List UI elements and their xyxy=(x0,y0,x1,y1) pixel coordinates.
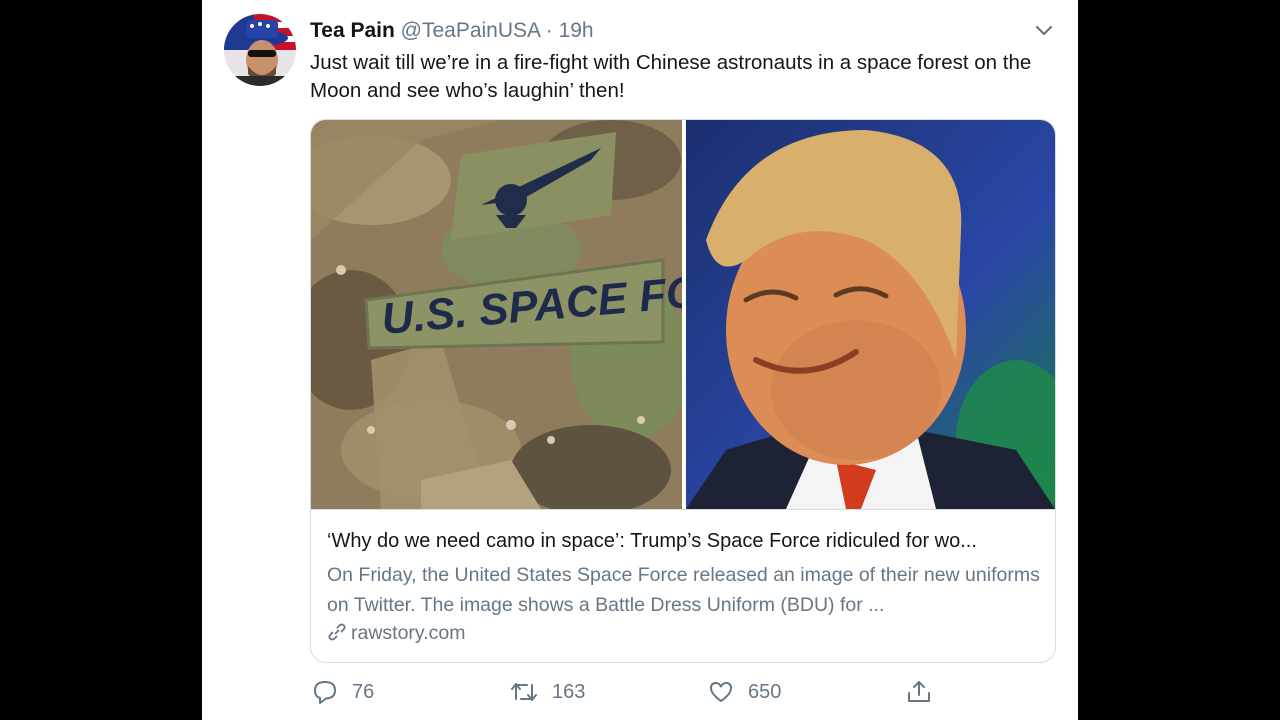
chevron-down-icon[interactable] xyxy=(1032,20,1056,40)
separator-dot: · xyxy=(545,19,553,42)
avatar-image xyxy=(224,14,296,86)
avatar[interactable] xyxy=(224,14,296,86)
like-count: 650 xyxy=(748,680,782,703)
heart-icon xyxy=(710,682,732,702)
card-domain: rawstory.com xyxy=(327,620,466,646)
tweet-actions: 76 163 650 xyxy=(310,676,1070,708)
card-title: ‘Why do we need camo in space’: Trump’s … xyxy=(327,530,977,552)
display-name[interactable]: Tea Pain xyxy=(310,19,395,42)
tweet-panel: Tea Pain @TeaPainUSA · 19h Just wait til… xyxy=(202,0,1078,720)
retweet-button[interactable]: 163 xyxy=(510,676,585,708)
card-divider xyxy=(311,509,1055,510)
share-icon xyxy=(908,681,930,702)
link-icon xyxy=(328,623,346,641)
uniform-photo: U.S. SPACE FORCE xyxy=(311,120,796,515)
portrait-photo xyxy=(686,120,1055,520)
card-domain-text: rawstory.com xyxy=(351,622,466,644)
share-button[interactable] xyxy=(906,676,946,708)
reply-count: 76 xyxy=(352,680,375,703)
link-card[interactable]: U.S. SPACE FORCE ‘Why do we need camo in… xyxy=(310,119,1056,663)
reply-button[interactable]: 76 xyxy=(312,676,374,708)
retweet-count: 163 xyxy=(552,680,586,703)
retweet-icon xyxy=(511,683,537,701)
timestamp[interactable]: 19h xyxy=(559,19,594,42)
tweet-text: Just wait till we’re in a fire-fight wit… xyxy=(310,51,1032,102)
reply-icon xyxy=(314,681,336,704)
card-description: On Friday, the United States Space Force… xyxy=(327,564,1040,616)
like-button[interactable]: 650 xyxy=(708,676,781,708)
user-handle[interactable]: @TeaPainUSA xyxy=(401,19,540,42)
tweet-header: Tea Pain @TeaPainUSA · 19h xyxy=(310,18,594,44)
